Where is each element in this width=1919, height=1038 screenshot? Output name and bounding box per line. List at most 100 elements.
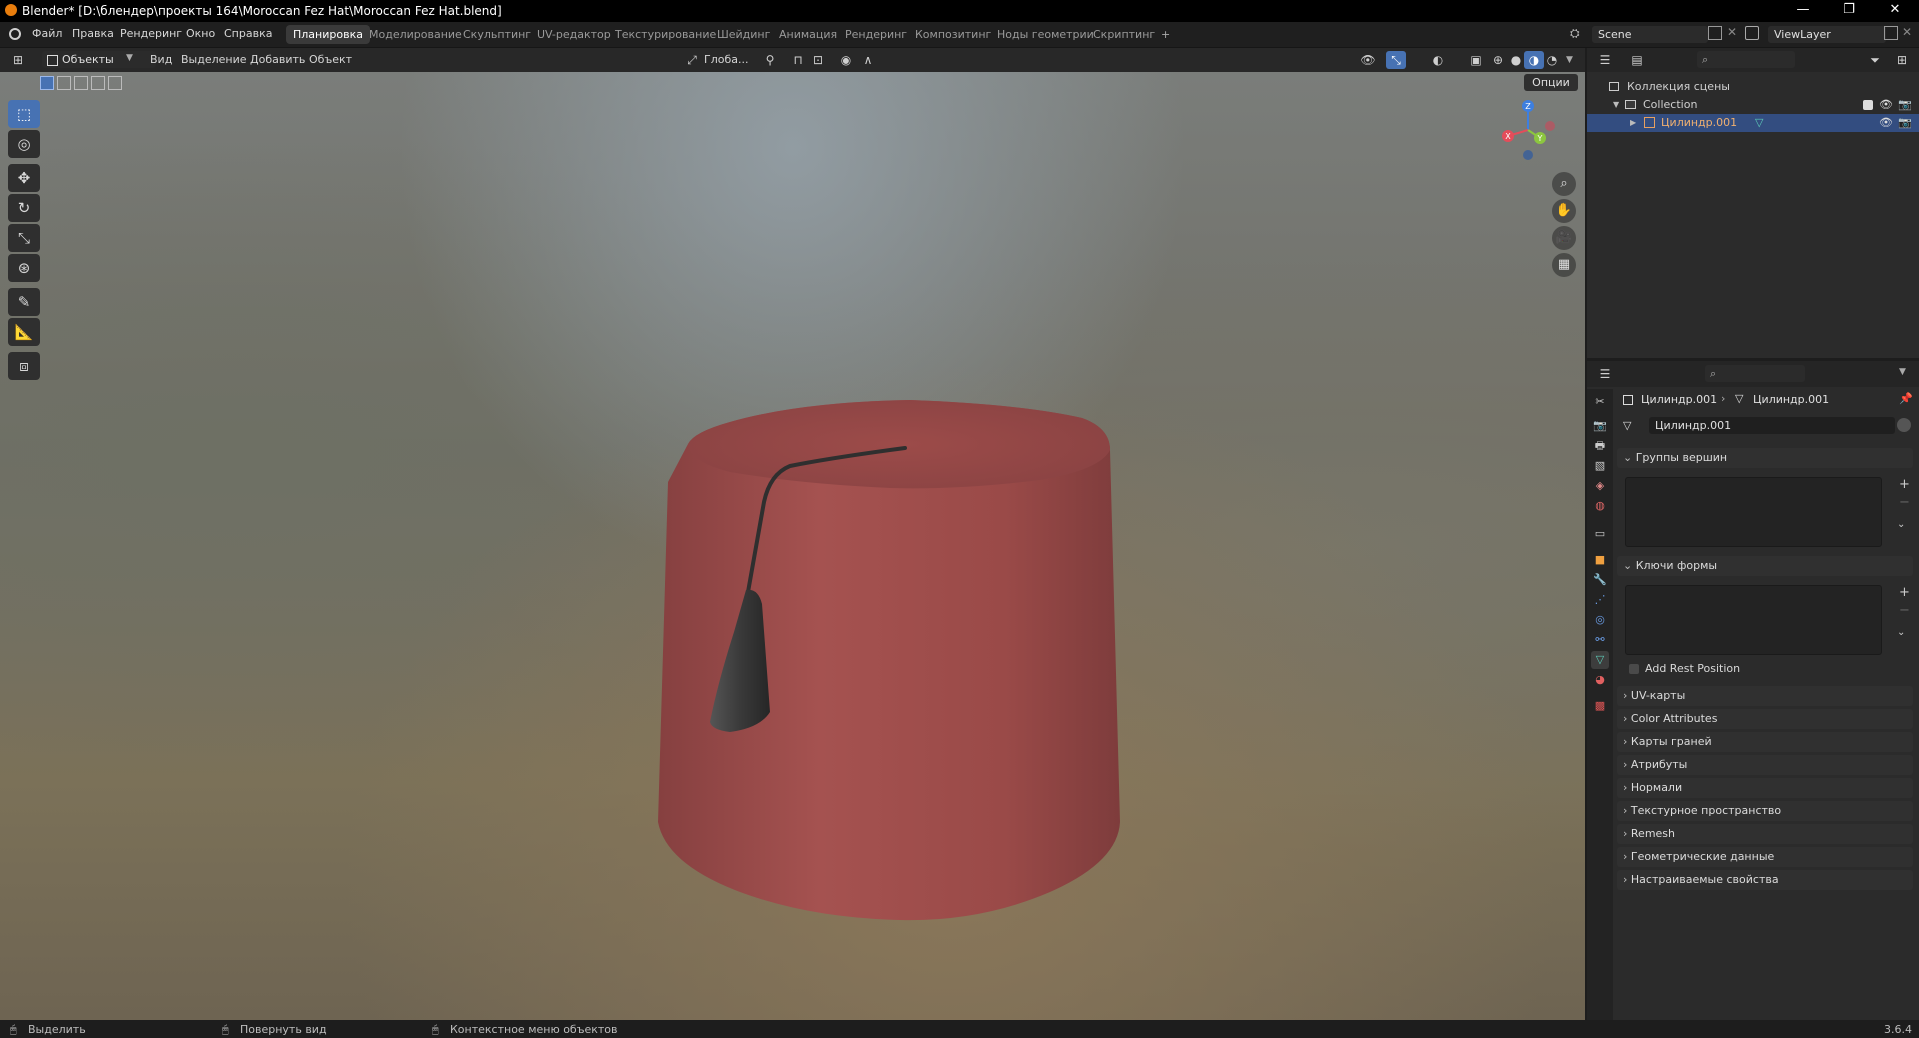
modifier-tab-icon[interactable]: 🔧 [1591,571,1609,589]
view-layer-copy-icon[interactable] [1884,26,1898,40]
camera-view-icon[interactable]: 🎥 [1552,226,1576,250]
select-intersect-icon[interactable] [108,76,122,90]
exclude-checkbox[interactable] [1863,100,1873,110]
properties-search-input[interactable]: ⌕ [1705,365,1805,382]
editor-type-icon[interactable]: ⊞ [8,51,28,69]
pan-hand-icon[interactable]: ✋ [1552,199,1576,223]
close-button[interactable]: ✕ [1872,0,1918,22]
move-tool[interactable]: ✥ [8,164,40,192]
add-rest-position-checkbox[interactable] [1629,664,1639,674]
annotate-tool[interactable]: ✎ [8,288,40,316]
rotate-tool[interactable]: ↻ [8,194,40,222]
mesh-data-tab-icon[interactable]: ▽ [1591,651,1609,669]
scene-copy-icon[interactable] [1708,26,1722,40]
pivot-icon[interactable]: ⚲ [760,51,780,69]
world-tab-icon[interactable]: ◍ [1591,497,1609,515]
menu-help[interactable]: Справка [224,27,272,40]
collection-tab-icon[interactable]: ▭ [1591,525,1609,543]
tab-rendering[interactable]: Рендеринг [838,25,914,44]
outliner-search-input[interactable]: ⌕ [1697,51,1795,68]
navigation-gizmo[interactable]: Z X Y [1500,96,1560,166]
tab-uv-editing[interactable]: UV-редактор [530,25,618,44]
material-shading-icon[interactable]: ◑ [1524,51,1544,69]
object-tab-icon[interactable]: ■ [1591,551,1609,569]
texture-space-panel-header[interactable]: › Текстурное пространство [1617,801,1913,821]
view-layer-tab-icon[interactable]: ▧ [1591,457,1609,475]
select-invert-icon[interactable] [91,76,105,90]
perspective-grid-icon[interactable]: ▦ [1552,253,1576,277]
mode-dropdown[interactable]: Объекты [42,51,156,68]
shading-chevron-icon[interactable]: ▼ [1566,55,1573,65]
outliner-scene-collection[interactable]: Коллекция сцены [1587,78,1919,96]
vertex-groups-list[interactable] [1625,477,1882,547]
snap-icon[interactable]: ⊓ [788,51,808,69]
output-tab-icon[interactable]: 🖶 [1591,437,1609,455]
render-tab-icon[interactable]: 📷 [1591,417,1609,435]
outliner-object-row[interactable]: ▶ Цилиндр.001 ▽ 👁 📷 [1587,114,1919,132]
view-layer-remove-icon[interactable]: ✕ [1902,25,1912,39]
attributes-panel-header[interactable]: › Атрибуты [1617,755,1913,775]
snap-target-icon[interactable]: ⊡ [808,51,828,69]
solid-shading-icon[interactable]: ● [1506,51,1526,69]
add-workspace-button[interactable]: + [1154,25,1177,44]
menu-edit[interactable]: Правка [72,27,114,40]
3d-viewport[interactable]: Опции ⬚ ◎ ✥ ↻ ⤡ ⊛ ✎ 📐 ⧈ Z X Y ⌕ ✋ 🎥 ▦ [0,72,1585,1020]
rendered-shading-icon[interactable]: ◔ [1542,51,1562,69]
scene-field[interactable]: Scene [1592,26,1708,43]
view-layer-field[interactable]: ViewLayer [1768,26,1886,43]
remove-shape-key-button[interactable]: − [1899,603,1910,618]
tab-shading[interactable]: Шейдинг [710,25,777,44]
eye-icon[interactable]: 👁 [1879,114,1893,132]
select-new-icon[interactable] [40,76,54,90]
visibility-icon[interactable]: 👁 [1358,51,1378,69]
expand-arrow-icon[interactable]: ▼ [1613,96,1619,114]
material-tab-icon[interactable]: ◕ [1591,671,1609,689]
outliner-editor-type-icon[interactable]: ☰ [1595,51,1615,69]
measure-tool[interactable]: 📐 [8,318,40,346]
menu-window[interactable]: Окно [186,27,215,40]
gizmo-neg-z[interactable] [1523,150,1533,160]
physics-tab-icon[interactable]: ◎ [1591,611,1609,629]
properties-editor-type-icon[interactable]: ☰ [1595,365,1615,383]
scene-remove-icon[interactable]: ✕ [1727,25,1737,39]
new-collection-icon[interactable]: ⊞ [1892,51,1912,69]
texture-tab-icon[interactable]: ▩ [1591,697,1609,715]
add-shape-key-button[interactable]: + [1899,585,1910,600]
tab-texture-paint[interactable]: Текстурирование [608,25,723,44]
overlays-icon[interactable]: ◐ [1428,51,1448,69]
fez-hat-model[interactable] [600,352,1160,952]
pin-icon[interactable]: 📌 [1899,392,1913,405]
expand-arrow-icon[interactable]: ▶ [1630,114,1636,132]
normals-panel-header[interactable]: › Нормали [1617,778,1913,798]
menu-add[interactable]: Добавить [250,53,305,66]
camera-icon[interactable]: 📷 [1898,114,1912,132]
menu-object[interactable]: Объект [309,53,352,66]
remesh-panel-header[interactable]: › Remesh [1617,824,1913,844]
color-attributes-panel-header[interactable]: › Color Attributes [1617,709,1913,729]
tab-layout[interactable]: Планировка [286,25,370,44]
chevron-down-icon[interactable]: ▼ [1899,367,1906,377]
orientation-dropdown[interactable]: Глоба... [704,53,748,66]
select-box-tool[interactable]: ⬚ [8,100,40,128]
constraints-tab-icon[interactable]: ⚯ [1591,631,1609,649]
custom-properties-panel-header[interactable]: › Настраиваемые свойства [1617,870,1913,890]
tab-animation[interactable]: Анимация [772,25,844,44]
tab-scripting[interactable]: Скриптинг [1086,25,1162,44]
cursor-tool[interactable]: ◎ [8,130,40,158]
shape-keys-list[interactable] [1625,585,1882,655]
vertex-group-menu-icon[interactable]: ⌄ [1897,519,1905,530]
scene-icon[interactable]: ⛭ [1570,26,1580,41]
remove-vertex-group-button[interactable]: − [1899,495,1910,510]
add-cube-tool[interactable]: ⧈ [8,352,40,380]
options-dropdown[interactable]: Опции [1524,74,1578,91]
shape-keys-panel-header[interactable]: ⌄ Ключи формы [1617,556,1913,576]
transform-tool[interactable]: ⊛ [8,254,40,282]
uv-maps-panel-header[interactable]: › UV-карты [1617,686,1913,706]
xray-icon[interactable]: ▣ [1466,51,1486,69]
falloff-icon[interactable]: ∧ [858,51,878,69]
particles-tab-icon[interactable]: ⋰ [1591,591,1609,609]
face-maps-panel-header[interactable]: › Карты граней [1617,732,1913,752]
vertex-groups-panel-header[interactable]: ⌄ Группы вершин [1617,448,1913,468]
mesh-data-icon[interactable]: ▽ [1755,114,1763,132]
tab-modeling[interactable]: Моделирование [362,25,469,44]
